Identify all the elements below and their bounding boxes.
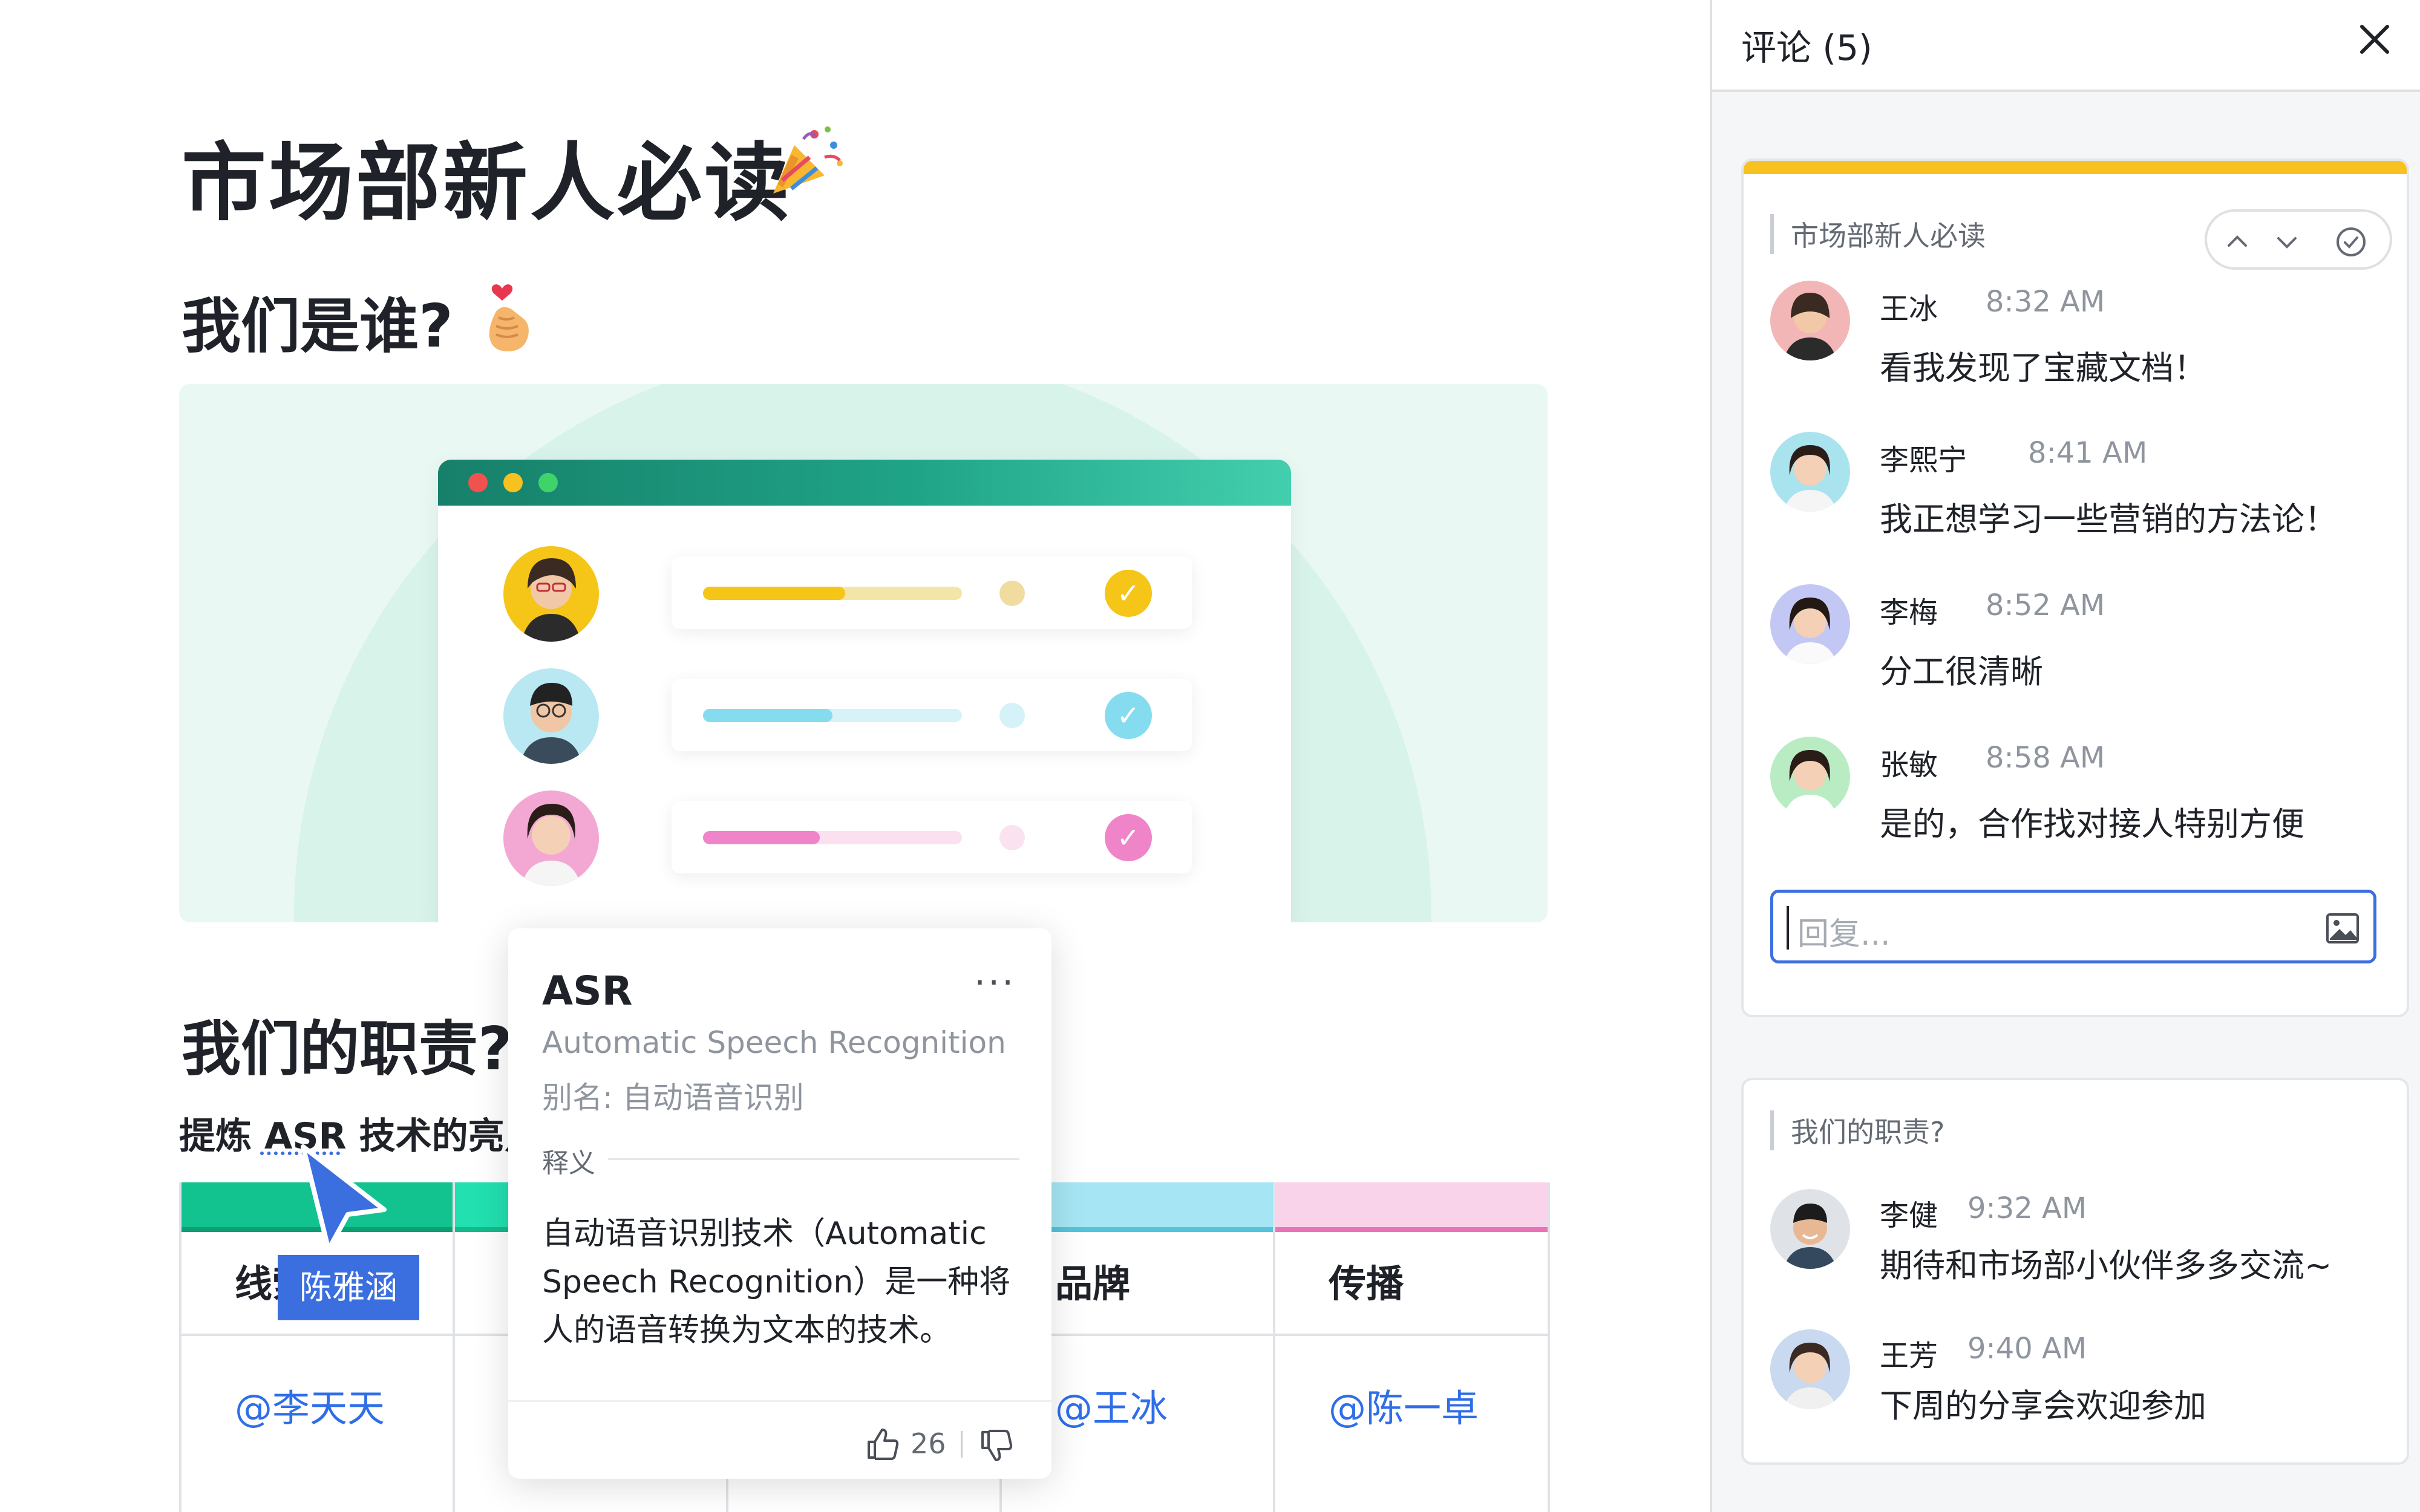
check-icon: ✓ (1105, 814, 1152, 861)
thumbs-down-icon[interactable] (979, 1429, 1014, 1464)
section-heading-duties: 我们的职责? (182, 1015, 512, 1084)
comment-text: 分工很清晰 (1880, 653, 2043, 691)
progress-fill (703, 831, 820, 844)
comments-panel-title: 评论 (5) (1741, 27, 1872, 68)
avatar[interactable] (1770, 432, 1850, 512)
finger-heart-icon (489, 284, 529, 351)
avatar[interactable] (1770, 1189, 1850, 1269)
window-maximize-dot (538, 473, 558, 492)
chevron-down-icon[interactable] (2274, 229, 2300, 255)
resolve-check-icon[interactable] (2334, 225, 2368, 259)
avatar (503, 790, 599, 886)
like-count: 26 (911, 1427, 946, 1460)
section-heading-who: 我们是谁? (182, 292, 453, 361)
thumbs-up-icon[interactable] (865, 1426, 900, 1461)
comment-text: 期待和市场部小伙伴多多交流~ (1880, 1246, 2332, 1285)
comment-time: 8:41 AM (2028, 436, 2148, 470)
comment-author: 王冰 (1880, 292, 1938, 326)
comment-thread[interactable]: 市场部新人必读 王冰 8:32 AM 看我发现了宝藏文档！ 李熙宁 8:41 A… (1741, 158, 2409, 1017)
window-close-dot (468, 473, 488, 492)
avatar[interactable] (1770, 584, 1850, 664)
avatar[interactable] (1770, 737, 1850, 816)
task-row-1: ✓ (672, 556, 1192, 629)
comment-time: 9:40 AM (1967, 1332, 2087, 1366)
status-dot (999, 825, 1025, 850)
document-title: 市场部新人必读 (182, 134, 792, 233)
thread-quote: 我们的职责? (1770, 1110, 1944, 1150)
comments-panel: 评论 (5) 市场部新人必读 王冰 8:32 AM 看我发现了宝藏文档！ 李熙宁… (1710, 0, 2420, 1512)
glossary-alias: 别名: 自动语音识别 (542, 1080, 804, 1115)
comment-author: 张敏 (1880, 748, 1938, 782)
comment-thread[interactable]: 我们的职责? 李健 9:32 AM 期待和市场部小伙伴多多交流~ 王芳 9:40… (1741, 1078, 2409, 1465)
comment-text: 看我发现了宝藏文档！ (1880, 349, 2206, 387)
chevron-up-icon[interactable] (2224, 229, 2251, 255)
table-column: 传播 @陈一卓 (1275, 1182, 1550, 1512)
close-icon[interactable] (2353, 18, 2396, 60)
comment-time: 8:32 AM (1986, 285, 2105, 319)
thread-quote: 市场部新人必读 (1770, 214, 1986, 254)
check-icon: ✓ (1105, 692, 1152, 739)
glossary-popup: ASR ··· Automatic Speech Recognition 别名:… (508, 928, 1051, 1479)
divider (961, 1431, 963, 1458)
avatar[interactable] (1770, 281, 1850, 360)
progress-bar (703, 709, 962, 722)
hero-illustration: ✓ ✓ ✓ (179, 384, 1548, 922)
text-caret (1787, 906, 1789, 950)
task-row-2: ✓ (672, 679, 1192, 751)
collaborator-name-tag: 陈雅涵 (278, 1255, 419, 1320)
thread-navigation (2205, 209, 2392, 270)
comment-text: 是的，合作找对接人特别方便 (1880, 805, 2304, 843)
glossary-definition: 自动语音识别技术（Automatic Speech Recognition）是一… (542, 1216, 1011, 1349)
definition-section-label: 释义 (542, 1148, 595, 1179)
window-title-bar (438, 460, 1291, 506)
comment-author: 李熙宁 (1880, 443, 1967, 477)
comment-text: 下周的分享会欢迎参加 (1880, 1387, 2206, 1425)
comment-time: 8:52 AM (1986, 588, 2105, 622)
progress-bar (703, 587, 962, 600)
comments-panel-header: 评论 (5) (1712, 0, 2420, 92)
progress-bar (703, 831, 962, 844)
image-upload-icon[interactable] (2324, 910, 2361, 947)
party-popper-icon (773, 126, 843, 194)
assignee-mention[interactable]: @陈一卓 (1275, 1336, 1548, 1481)
divider (608, 1158, 1019, 1160)
glossary-full-name: Automatic Speech Recognition (542, 1025, 1006, 1060)
comment-author: 李梅 (1880, 596, 1938, 630)
column-header: 传播 (1275, 1232, 1548, 1336)
progress-fill (703, 709, 832, 722)
comment-time: 8:58 AM (1986, 741, 2105, 775)
column-color-band (1275, 1182, 1548, 1232)
avatar (503, 546, 599, 642)
comment-author: 李健 (1880, 1199, 1938, 1233)
comment-author: 王芳 (1880, 1339, 1938, 1373)
popup-footer: 26 (508, 1400, 1051, 1479)
progress-fill (703, 587, 846, 600)
illustration-app-window: ✓ ✓ ✓ (438, 460, 1291, 922)
comment-text: 我正想学习一些营销的方法论！ (1880, 500, 2337, 538)
more-options-icon[interactable]: ··· (974, 962, 1016, 1004)
avatar (503, 668, 599, 764)
window-minimize-dot (503, 473, 523, 492)
active-thread-indicator (1744, 161, 2407, 174)
reply-placeholder: 回复... (1797, 916, 1891, 953)
check-icon: ✓ (1105, 570, 1152, 617)
collaborator-cursor-icon (301, 1144, 387, 1252)
assignee-mention[interactable]: @李天天 (182, 1336, 453, 1481)
status-dot (999, 581, 1025, 606)
status-dot (999, 703, 1025, 728)
task-row-3: ✓ (672, 801, 1192, 873)
glossary-term: ASR (542, 968, 633, 1014)
comment-time: 9:32 AM (1967, 1191, 2087, 1225)
avatar[interactable] (1770, 1329, 1850, 1409)
reply-input[interactable]: 回复... (1770, 890, 2376, 963)
